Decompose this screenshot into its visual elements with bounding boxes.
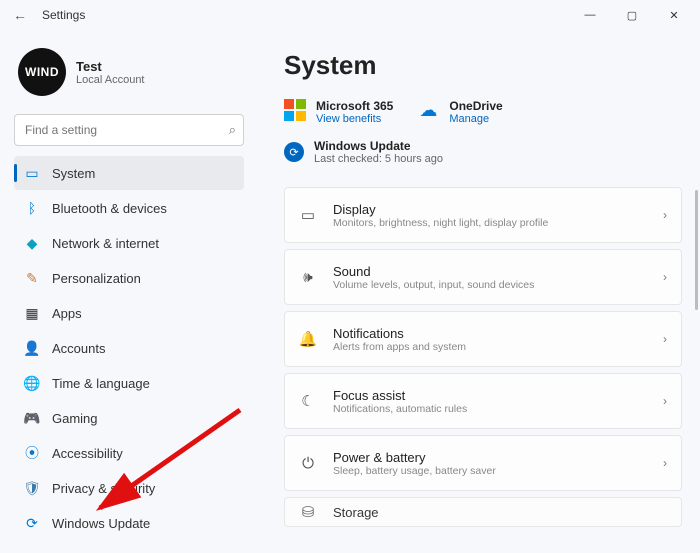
sidebar-item-accessibility[interactable]: ⦿ Accessibility <box>14 436 244 470</box>
sidebar-item-personalization[interactable]: ✎ Personalization <box>14 261 244 295</box>
chevron-right-icon: › <box>663 456 667 470</box>
window-title: Settings <box>42 8 85 22</box>
apps-icon: ▦ <box>24 305 40 321</box>
user-sub: Local Account <box>76 74 145 86</box>
status-title: Windows Update <box>314 139 443 153</box>
card-storage[interactable]: ⛁ Storage <box>284 497 682 527</box>
status-sub: Last checked: 5 hours ago <box>314 153 443 165</box>
chevron-right-icon: › <box>663 208 667 222</box>
card-title: Focus assist <box>333 388 647 403</box>
chevron-right-icon: › <box>663 394 667 408</box>
status-windows-update[interactable]: ⟳ Windows Update Last checked: 5 hours a… <box>284 139 682 165</box>
privacy-icon: 🛡 <box>24 480 40 496</box>
sidebar-item-label: Privacy & security <box>52 481 155 496</box>
network-icon: ◆ <box>24 235 40 251</box>
sidebar-item-label: Time & language <box>52 376 150 391</box>
sidebar-item-bluetooth[interactable]: ᛒ Bluetooth & devices <box>14 191 244 225</box>
card-sub: Sleep, battery usage, battery saver <box>333 465 647 477</box>
display-icon: ▭ <box>299 206 317 224</box>
status-title: Microsoft 365 <box>316 99 393 113</box>
card-focus[interactable]: ☾ Focus assist Notifications, automatic … <box>284 373 682 429</box>
card-title: Display <box>333 202 647 217</box>
status-sub: Manage <box>449 113 502 125</box>
sidebar-item-label: Windows Update <box>52 516 150 531</box>
card-title: Storage <box>333 505 667 520</box>
status-sub: View benefits <box>316 113 393 125</box>
focus-icon: ☾ <box>299 392 317 410</box>
sidebar-item-accounts[interactable]: 👤 Accounts <box>14 331 244 365</box>
maximize-button[interactable]: ▢ <box>620 3 644 27</box>
minimize-button[interactable]: — <box>578 3 602 27</box>
accounts-icon: 👤 <box>24 340 40 356</box>
card-sub: Notifications, automatic rules <box>333 403 647 415</box>
titlebar: ← Settings — ▢ ✕ <box>0 0 700 30</box>
sidebar-item-label: Gaming <box>52 411 98 426</box>
card-sub: Monitors, brightness, night light, displ… <box>333 217 647 229</box>
update-status-icon: ⟳ <box>284 142 304 162</box>
chevron-right-icon: › <box>663 270 667 284</box>
notifications-icon: 🔔 <box>299 330 317 348</box>
card-sound[interactable]: 🕪 Sound Volume levels, output, input, so… <box>284 249 682 305</box>
scrollbar[interactable] <box>695 190 698 310</box>
accessibility-icon: ⦿ <box>24 445 40 461</box>
avatar: WIND <box>18 48 66 96</box>
user-name: Test <box>76 59 145 74</box>
status-title: OneDrive <box>449 99 502 113</box>
main-pane: System Microsoft 365 View benefits ☁ One… <box>254 30 700 553</box>
chevron-right-icon: › <box>663 332 667 346</box>
card-sub: Volume levels, output, input, sound devi… <box>333 279 647 291</box>
bluetooth-icon: ᛒ <box>24 200 40 216</box>
storage-icon: ⛁ <box>299 503 317 521</box>
sidebar-item-label: Apps <box>52 306 82 321</box>
personalization-icon: ✎ <box>24 270 40 286</box>
power-icon: ⏻ <box>299 454 317 472</box>
card-power[interactable]: ⏻ Power & battery Sleep, battery usage, … <box>284 435 682 491</box>
sound-icon: 🕪 <box>299 268 317 286</box>
sidebar-item-time[interactable]: 🌐 Time & language <box>14 366 244 400</box>
close-button[interactable]: ✕ <box>662 3 686 27</box>
system-icon: ▭ <box>24 165 40 181</box>
onedrive-icon: ☁ <box>417 99 439 121</box>
sidebar-item-privacy[interactable]: 🛡 Privacy & security <box>14 471 244 505</box>
card-sub: Alerts from apps and system <box>333 341 647 353</box>
sidebar-item-label: Network & internet <box>52 236 159 251</box>
card-title: Notifications <box>333 326 647 341</box>
sidebar-item-gaming[interactable]: 🎮 Gaming <box>14 401 244 435</box>
sidebar-item-label: Bluetooth & devices <box>52 201 167 216</box>
sidebar-item-network[interactable]: ◆ Network & internet <box>14 226 244 260</box>
profile-block[interactable]: WIND Test Local Account <box>14 40 244 110</box>
time-icon: 🌐 <box>24 375 40 391</box>
sidebar-item-label: Accounts <box>52 341 105 356</box>
gaming-icon: 🎮 <box>24 410 40 426</box>
card-display[interactable]: ▭ Display Monitors, brightness, night li… <box>284 187 682 243</box>
card-notifications[interactable]: 🔔 Notifications Alerts from apps and sys… <box>284 311 682 367</box>
sidebar-item-label: Personalization <box>52 271 141 286</box>
search-input[interactable] <box>14 114 244 146</box>
card-title: Sound <box>333 264 647 279</box>
back-button[interactable]: ← <box>8 3 32 27</box>
sidebar-item-system[interactable]: ▭ System <box>14 156 244 190</box>
status-onedrive[interactable]: ☁ OneDrive Manage <box>417 99 502 125</box>
sidebar-item-update[interactable]: ⟳ Windows Update <box>14 506 244 540</box>
page-title: System <box>284 50 682 81</box>
search-icon: ⌕ <box>229 122 236 138</box>
sidebar: WIND Test Local Account ⌕ ▭ System ᛒ Blu… <box>0 30 254 553</box>
update-icon: ⟳ <box>24 515 40 531</box>
sidebar-item-apps[interactable]: ▦ Apps <box>14 296 244 330</box>
ms365-icon <box>284 99 306 121</box>
sidebar-item-label: System <box>52 166 95 181</box>
sidebar-item-label: Accessibility <box>52 446 123 461</box>
card-title: Power & battery <box>333 450 647 465</box>
status-ms365[interactable]: Microsoft 365 View benefits <box>284 99 393 125</box>
